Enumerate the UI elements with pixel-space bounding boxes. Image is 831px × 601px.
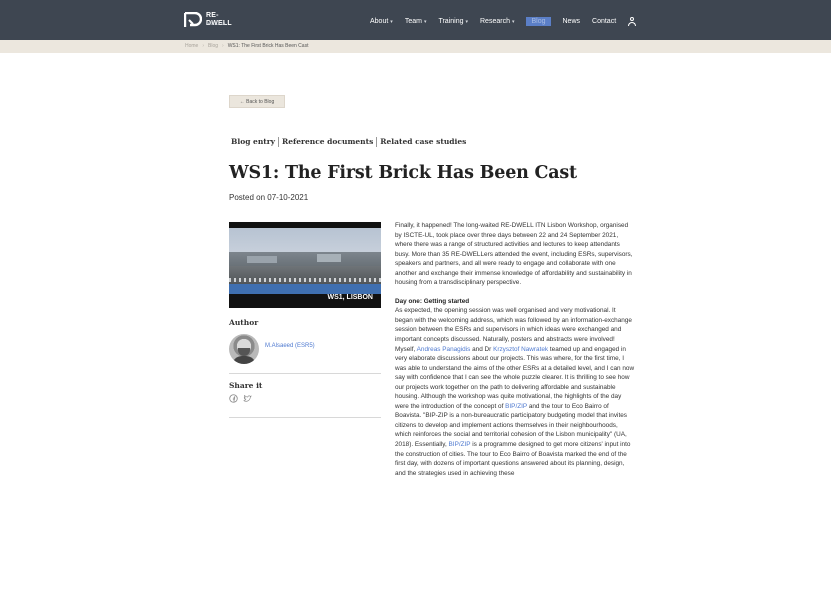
tab-related-case-studies[interactable]: Related case studies <box>377 137 469 147</box>
author-link[interactable]: M.Alsaeed (ESR5) <box>265 343 315 349</box>
top-navbar: RE-DWELL MSCA-ITN About ▾ Team ▾ Training ▾… <box>0 0 831 40</box>
chevron-down-icon: ▾ <box>465 18 468 25</box>
page-title: WS1: The First Brick Has Been Cast <box>229 163 577 183</box>
link-andreas-panagidis[interactable]: Andreas Panagidis <box>417 346 471 353</box>
avatar[interactable] <box>229 334 259 364</box>
author-heading: Author <box>229 318 259 327</box>
chevron-down-icon: ▾ <box>390 18 393 25</box>
divider <box>229 417 381 418</box>
nav-research-label: Research <box>480 17 510 25</box>
share-heading: Share it <box>229 381 263 390</box>
entry-tabs: Blog entry Reference documents Related c… <box>231 137 469 147</box>
divider <box>229 373 381 374</box>
nav-contact[interactable]: Contact <box>592 18 616 25</box>
day-one-heading: Day one: Getting started <box>395 297 470 305</box>
nav-team[interactable]: Team ▾ <box>405 18 427 25</box>
nav-team-label: Team <box>404 17 422 25</box>
tab-reference-documents[interactable]: Reference documents <box>279 137 376 147</box>
article-body: Finally, it happened! The long-waited RE… <box>395 221 635 478</box>
nav-training[interactable]: Training ▾ <box>438 18 468 25</box>
nav-news[interactable]: News <box>563 18 581 25</box>
facebook-icon[interactable] <box>229 394 238 403</box>
breadcrumb-current: WS1: The First Brick Has Been Cast <box>227 43 309 49</box>
breadcrumb-blog[interactable]: Blog <box>208 43 218 49</box>
logo-mark-icon <box>184 12 202 27</box>
nav-research[interactable]: Research ▾ <box>480 18 514 25</box>
site-logo[interactable]: RE-DWELL MSCA-ITN <box>184 10 242 32</box>
breadcrumb-separator: › <box>202 43 205 49</box>
chevron-down-icon: ▾ <box>511 18 515 25</box>
breadcrumb: Home › Blog › WS1: The First Brick Has Been … <box>185 43 308 49</box>
tab-blog-entry[interactable]: Blog entry <box>231 137 278 147</box>
user-icon[interactable] <box>628 16 637 26</box>
back-to-blog-button[interactable]: ← Back to Blog <box>229 95 285 108</box>
breadcrumb-bar: Home › Blog › WS1: The First Brick Has Been … <box>0 40 831 53</box>
logo-subtext: MSCA-ITN <box>206 21 226 26</box>
breadcrumb-home[interactable]: Home <box>185 43 198 49</box>
twitter-icon[interactable] <box>243 394 252 403</box>
link-bip-zip[interactable]: BIP/ZIP <box>449 441 471 448</box>
nav-blog[interactable]: Blog <box>526 16 551 26</box>
chevron-down-icon: ▾ <box>423 18 427 25</box>
article-intro-paragraph: Finally, it happened! The long-waited RE… <box>395 222 633 287</box>
link-krzysztof-nawratek[interactable]: Krzysztof Nawratek <box>493 346 548 353</box>
nav-about[interactable]: About ▾ <box>370 18 393 25</box>
hero-image-caption: WS1, LISBON <box>327 294 373 301</box>
nav-training-label: Training <box>438 17 464 25</box>
share-icons <box>229 394 252 403</box>
post-hero-image: WS1, LISBON <box>229 222 381 308</box>
breadcrumb-separator: › <box>222 43 224 49</box>
article-day-one-paragraph: As expected, the opening session was wel… <box>395 307 635 477</box>
link-bip-zip[interactable]: BIP/ZIP <box>505 403 527 410</box>
nav-about-label: About <box>370 17 389 25</box>
main-nav: About ▾ Team ▾ Training ▾ Research ▾ Blog Ne… <box>370 15 637 27</box>
posted-date: Posted on 07-10-2021 <box>229 193 309 202</box>
